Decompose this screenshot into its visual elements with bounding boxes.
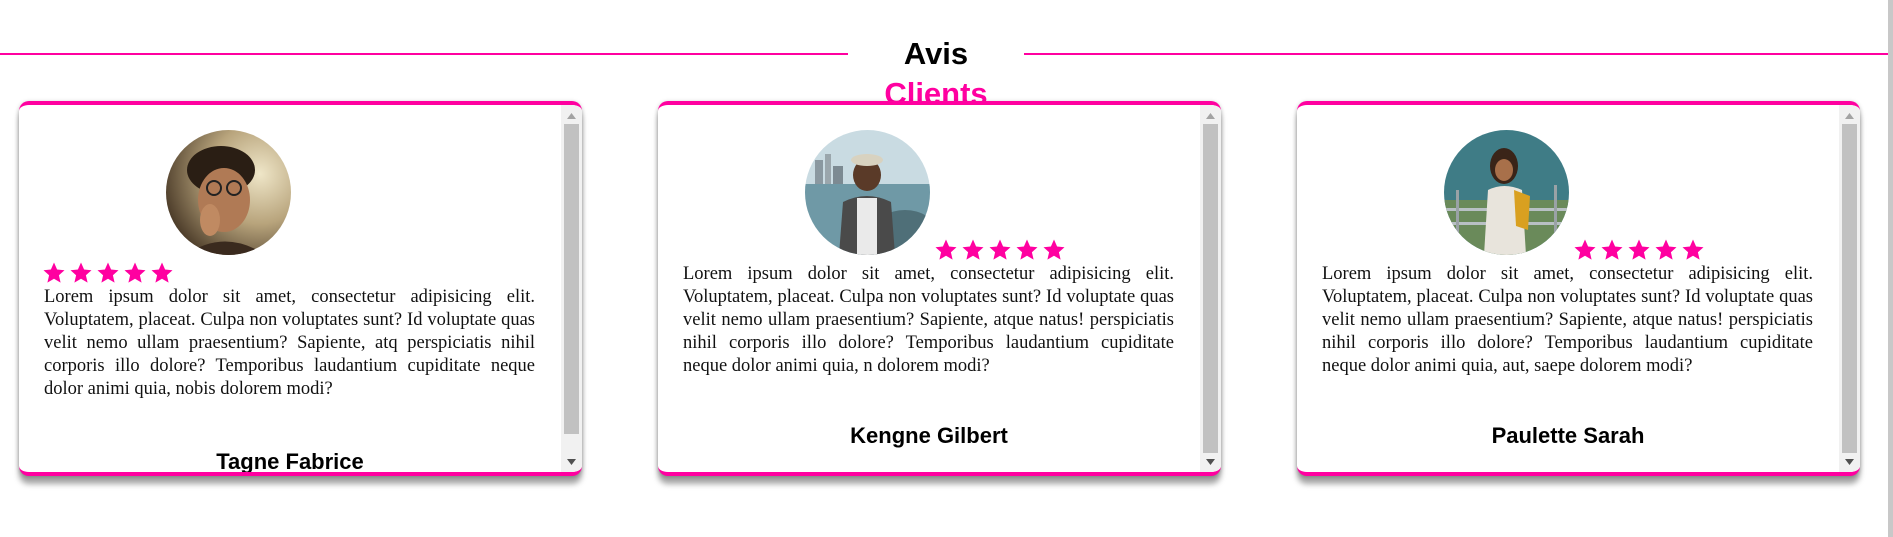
star-icon	[1682, 239, 1704, 260]
arrow-down-icon	[1845, 458, 1854, 465]
testimonial-content: Lorem ipsum dolor sit amet, consectetur …	[19, 105, 561, 472]
testimonial-card: Lorem ipsum dolor sit amet, consectetur …	[19, 101, 582, 476]
scroll-down-button[interactable]	[561, 453, 582, 470]
testimonials-section: Avis Clients Lorem ipsum dolor sit amet,…	[0, 0, 1893, 537]
arrow-up-icon	[567, 112, 576, 119]
star-icon	[1601, 239, 1623, 260]
arrow-up-icon	[1845, 112, 1854, 119]
heading-divider-right	[1024, 53, 1888, 55]
rating-stars	[1573, 238, 1705, 262]
star-icon	[124, 262, 146, 283]
avatar	[805, 130, 930, 255]
avatar	[1444, 130, 1569, 255]
avatar	[166, 130, 291, 255]
scroll-thumb[interactable]	[564, 124, 579, 434]
arrow-down-icon	[567, 458, 576, 465]
review-text: Lorem ipsum dolor sit amet, consectetur …	[683, 264, 1174, 376]
scrollbar[interactable]	[1200, 105, 1221, 472]
review-text: Lorem ipsum dolor sit amet, consectetur …	[1322, 264, 1813, 376]
star-icon	[989, 239, 1011, 260]
window-edge	[1888, 0, 1893, 537]
section-heading-row: Avis Clients	[0, 34, 1888, 111]
scroll-thumb[interactable]	[1203, 124, 1218, 453]
client-name: Paulette Sarah	[1491, 423, 1645, 448]
scroll-thumb[interactable]	[1842, 124, 1857, 453]
scroll-down-button[interactable]	[1200, 453, 1221, 470]
scrollbar[interactable]	[1839, 105, 1860, 472]
star-icon	[1628, 239, 1650, 260]
client-name: Tagne Fabrice	[216, 449, 364, 472]
star-icon	[1043, 239, 1065, 260]
scrollbar[interactable]	[561, 105, 582, 472]
scroll-down-button[interactable]	[1839, 453, 1860, 470]
star-icon	[1655, 239, 1677, 260]
testimonial-content: Lorem ipsum dolor sit amet, consectetur …	[1297, 105, 1839, 472]
testimonial-content: Lorem ipsum dolor sit amet, consectetur …	[658, 105, 1200, 472]
star-icon	[1016, 239, 1038, 260]
star-icon	[151, 262, 173, 283]
star-icon	[935, 239, 957, 260]
arrow-down-icon	[1206, 458, 1215, 465]
scroll-up-button[interactable]	[1839, 107, 1860, 124]
scroll-up-button[interactable]	[561, 107, 582, 124]
rating-stars	[934, 238, 1066, 262]
client-name: Kengne Gilbert	[850, 423, 1008, 448]
star-icon	[43, 262, 65, 283]
star-icon	[97, 262, 119, 283]
scroll-up-button[interactable]	[1200, 107, 1221, 124]
testimonial-card: Lorem ipsum dolor sit amet, consectetur …	[1297, 101, 1860, 476]
arrow-up-icon	[1206, 112, 1215, 119]
rating-stars	[42, 261, 174, 285]
review-text: Lorem ipsum dolor sit amet, consectetur …	[44, 287, 535, 399]
star-icon	[962, 239, 984, 260]
star-icon	[70, 262, 92, 283]
star-icon	[1574, 239, 1596, 260]
heading-divider-left	[0, 53, 848, 55]
section-title-part1: Avis	[903, 36, 969, 71]
testimonial-card: Lorem ipsum dolor sit amet, consectetur …	[658, 101, 1221, 476]
